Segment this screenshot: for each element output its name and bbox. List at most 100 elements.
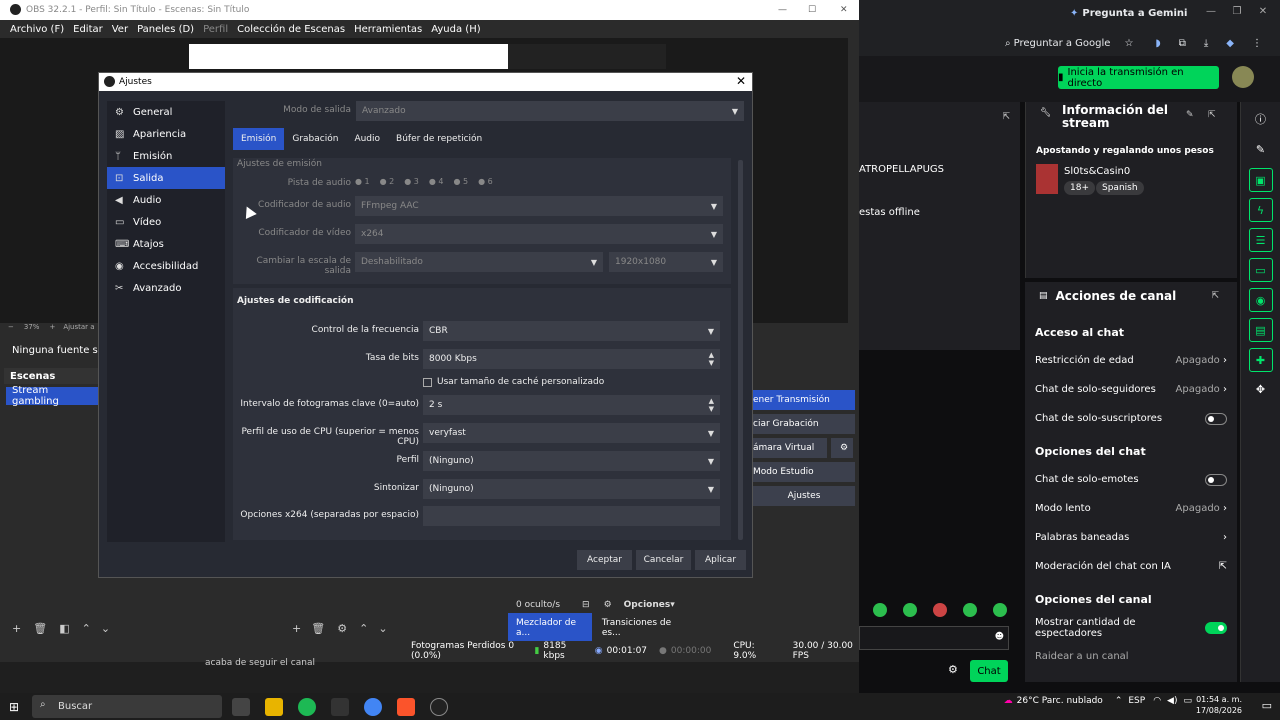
filter-icon[interactable]: ◧ <box>59 622 69 635</box>
tag-badge[interactable]: Spanish <box>1096 181 1144 195</box>
start-stream-button[interactable]: ener Transmisión <box>749 390 855 410</box>
close-icon[interactable]: ✕ <box>1250 6 1276 17</box>
track-radio[interactable]: ● 3 <box>404 177 419 186</box>
notifications-icon[interactable]: ▭ <box>1262 699 1272 712</box>
banned-words-item[interactable]: Palabras baneadas › <box>1025 523 1237 552</box>
tab-replay-buffer[interactable]: Búfer de repetición <box>388 128 490 150</box>
folder-icon[interactable] <box>265 698 283 716</box>
accept-button[interactable]: Aceptar <box>577 550 632 570</box>
google-lens-icon[interactable]: ⌕ <box>1005 38 1011 49</box>
track-radio[interactable]: ● 6 <box>478 177 493 186</box>
popout-icon[interactable]: ⇱ <box>1211 291 1219 301</box>
age-restriction-item[interactable]: Restricción de edad Apagado › <box>1025 346 1237 375</box>
star-icon[interactable]: ☆ <box>1124 38 1133 49</box>
subs-chat-toggle[interactable] <box>1205 412 1227 425</box>
download-icon[interactable]: ⤓ <box>1204 38 1208 49</box>
chevron-up-icon[interactable]: ⌃ <box>1115 696 1123 706</box>
bitrate-spinbox[interactable]: 8000 Kbps ▲ ▼ <box>423 349 720 369</box>
x264-options-input[interactable] <box>423 506 720 526</box>
brave-icon[interactable] <box>397 698 415 716</box>
chrome-icon[interactable] <box>364 698 382 716</box>
volume-icon[interactable]: ◀) <box>1167 696 1177 706</box>
menu-help[interactable]: Ayuda (H) <box>431 24 480 35</box>
minimize-icon[interactable]: — <box>778 5 787 15</box>
gemini-button[interactable]: ✦ Pregunta a Gemini <box>1070 4 1187 22</box>
nav-accessibility[interactable]: ◉ Accesibilidad <box>107 255 225 277</box>
emoji-icon[interactable]: ☻ <box>995 632 1004 642</box>
tab-audio-mixer[interactable]: Mezclador de a... <box>508 613 592 643</box>
options-menu[interactable]: Opciones <box>624 600 671 610</box>
scrollbar[interactable] <box>738 160 743 540</box>
track-radio[interactable]: ● 2 <box>380 177 395 186</box>
tune-select[interactable]: (Ninguno) ▼ <box>423 479 720 499</box>
minimize-icon[interactable]: — <box>1198 6 1224 17</box>
obs-icon[interactable] <box>430 698 448 716</box>
trash-icon[interactable]: 🗑︎ <box>311 622 325 635</box>
up-icon[interactable]: ⌃ <box>82 622 91 635</box>
emote-icon[interactable] <box>963 603 977 617</box>
output-mode-select[interactable]: Avanzado ▼ <box>356 101 744 121</box>
emote-icon[interactable] <box>903 603 917 617</box>
keyframe-spinbox[interactable]: 2 s ▲ ▼ <box>423 395 720 415</box>
nav-appearance[interactable]: ▨ Apariencia <box>107 123 225 145</box>
pencil-icon[interactable]: ✎ <box>1249 138 1273 162</box>
extensions-icon[interactable]: ✥ <box>1249 378 1273 402</box>
wrench-icon[interactable]: ✚ <box>1248 348 1273 372</box>
stack-icon[interactable]: ▤ <box>1248 318 1273 342</box>
gear-icon[interactable]: ⚙ <box>337 622 347 635</box>
custom-cache-checkbox[interactable]: Usar tamaño de caché personalizado <box>423 377 604 387</box>
close-icon[interactable]: ✕ <box>840 5 848 15</box>
extension-icon[interactable]: ◗ <box>1155 38 1160 49</box>
emote-icon[interactable] <box>873 603 887 617</box>
battery-icon[interactable]: ▭ <box>1183 696 1192 706</box>
nav-stream[interactable]: ᛘ Emisión <box>107 145 225 167</box>
nav-advanced[interactable]: ✂ Avanzado <box>107 277 225 299</box>
language[interactable]: ESP <box>1128 696 1145 706</box>
clock[interactable]: 01:54 a. m. 17/08/2026 <box>1196 694 1242 716</box>
profile-icon[interactable]: ◆ <box>1226 38 1234 49</box>
tab-transitions[interactable]: Transiciones de es... <box>592 613 692 643</box>
chat-input[interactable]: ☻ <box>859 626 1009 650</box>
track-radio[interactable]: ● 5 <box>454 177 469 186</box>
show-viewers-toggle[interactable] <box>1205 621 1227 634</box>
layout-icon[interactable]: ⊟ <box>582 600 590 610</box>
wifi-icon[interactable]: ◠ <box>1153 696 1161 706</box>
video-encoder-select[interactable]: x264 ▼ <box>355 224 723 244</box>
weather[interactable]: 26°C Parc. nublado <box>1017 696 1103 706</box>
menu-view[interactable]: Ver <box>112 24 128 35</box>
avatar[interactable] <box>1232 66 1254 88</box>
popout-icon[interactable]: ⇱ <box>1208 110 1216 120</box>
ai-moderation-item[interactable]: Moderación del chat con IA ⇱ <box>1025 552 1237 581</box>
audio-encoder-select[interactable]: FFmpeg AAC ▼ <box>355 196 723 216</box>
zoom-out-icon[interactable]: − <box>8 323 14 331</box>
fit-label[interactable]: Ajustar a <box>63 323 94 331</box>
followers-chat-item[interactable]: Chat de solo-seguidores Apagado › <box>1025 375 1237 404</box>
trash-icon[interactable]: 🗑︎ <box>33 622 47 635</box>
down-icon[interactable]: ⌄ <box>101 622 110 635</box>
windows-start-icon[interactable]: ⊞ <box>9 700 19 714</box>
info-icon[interactable]: ⓘ <box>1249 108 1273 132</box>
studio-mode-button[interactable]: Modo Estudio <box>749 462 855 482</box>
cancel-button[interactable]: Cancelar <box>636 550 691 570</box>
edit-icon[interactable]: ✎ <box>1186 110 1194 120</box>
spotify-icon[interactable] <box>298 698 316 716</box>
tab-recording[interactable]: Grabación <box>284 128 346 150</box>
rate-control-select[interactable]: CBR ▼ <box>423 321 720 341</box>
add-icon[interactable]: + <box>12 622 21 635</box>
tab-audio[interactable]: Audio <box>346 128 388 150</box>
scene-item[interactable]: Stream gambling <box>6 385 98 407</box>
gear-icon[interactable]: ⚙ <box>831 438 853 458</box>
spin-arrows-icon[interactable]: ▲ ▼ <box>709 397 714 413</box>
app-icon[interactable] <box>331 698 349 716</box>
video-icon[interactable]: ▣ <box>1248 168 1273 192</box>
down-icon[interactable]: ⌄ <box>378 622 387 635</box>
close-icon[interactable]: ✕ <box>736 74 746 88</box>
profile-select[interactable]: (Ninguno) ▼ <box>423 451 720 471</box>
tab-icon[interactable]: ⧉ <box>1179 38 1186 49</box>
track-radio[interactable]: ● 4 <box>429 177 444 186</box>
nav-video[interactable]: ▭ Vídeo <box>107 211 225 233</box>
emotes-chat-toggle[interactable] <box>1205 473 1227 486</box>
nav-output[interactable]: ⊡ Salida <box>107 167 225 189</box>
menu-profile[interactable]: Perfil <box>203 24 228 35</box>
task-view-icon[interactable] <box>232 698 250 716</box>
